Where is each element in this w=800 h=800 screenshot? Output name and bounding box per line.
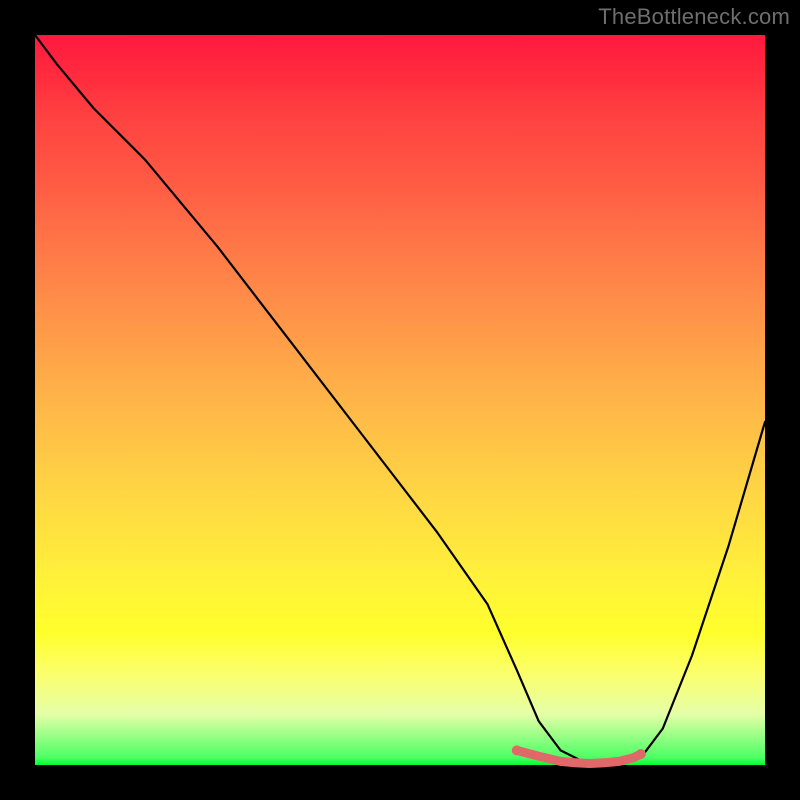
optimal-marker-dot [636, 749, 646, 759]
optimal-marker-dot [615, 757, 623, 765]
bottleneck-curve [35, 35, 765, 765]
chart-frame: TheBottleneck.com [0, 0, 800, 800]
curve-line [35, 35, 765, 765]
optimal-marker-dot [571, 759, 579, 767]
optimal-marker-dot [542, 754, 550, 762]
optimal-marker-dot [593, 759, 601, 767]
optimal-marker-dot [512, 745, 522, 755]
watermark-text: TheBottleneck.com [598, 4, 790, 30]
